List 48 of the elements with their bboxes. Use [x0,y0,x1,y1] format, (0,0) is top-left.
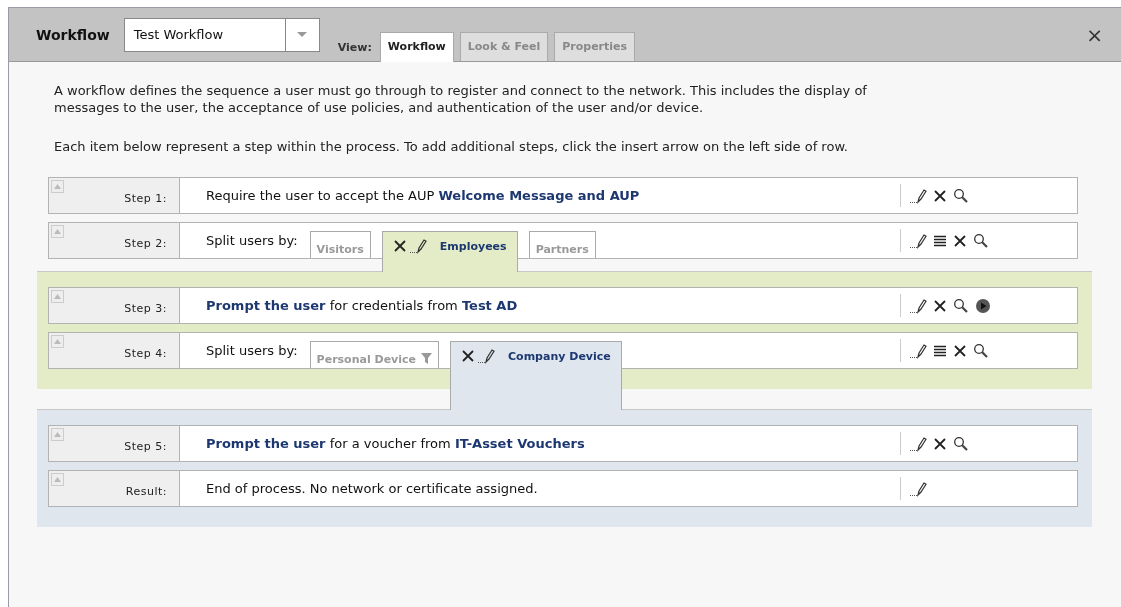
close-icon[interactable] [392,239,407,253]
workflow-dropdown[interactable]: Test Workflow [123,17,320,52]
step-label: Step 2: [124,237,167,250]
step-label: Step 3: [124,302,167,315]
branch-tab[interactable]: Employees [381,231,518,272]
close-icon[interactable] [953,343,967,358]
step-description: Prompt the user for credentials from Test AD [206,298,518,313]
list-icon[interactable] [933,233,947,248]
caret-icon [297,31,308,38]
search-icon[interactable] [953,297,969,314]
step-description: End of process. No network or certificate assigned. [206,481,538,496]
up-arrow-icon [54,477,61,482]
search-icon[interactable] [973,232,989,249]
up-arrow-icon [54,184,61,189]
close-icon[interactable] [933,188,947,203]
branch-label: Partners [535,242,589,256]
view-label: View: [337,41,372,54]
close-icon[interactable] [461,349,476,363]
list-icon[interactable] [933,343,947,358]
search-icon[interactable] [953,187,969,204]
close-icon[interactable] [933,298,947,313]
description-text: A workflow defines the sequence a user must go through to register and connect to the network. This includes the display of messages to the user, the acceptance of use policies, and authentication of the user and/or device. [54,82,868,116]
step-label: Result: [125,485,167,498]
branch-label: Employees [439,240,507,253]
branch-label: Visitors [316,242,364,256]
play-icon[interactable] [975,297,991,314]
branch-label: Company Device [508,350,611,363]
step-label: Step 1: [124,192,167,205]
split-label: Split users by: [206,343,298,358]
description-text: Each item below represent a step within the process. To add additional steps, click the insert arrow on the left side of row. [54,138,849,155]
branch-tab[interactable]: Company Device [450,341,622,410]
window-title: Workflow [36,26,110,43]
view-tab[interactable]: Workflow [379,32,454,62]
branch-label: Personal Device [316,352,417,366]
up-arrow-icon [54,339,61,344]
step-description: Require the user to accept the AUP Welcome Message and AUP [206,188,640,203]
up-arrow-icon [54,432,61,437]
split-label: Split users by: [206,233,298,248]
step-label: Step 5: [124,440,167,453]
close-icon[interactable] [953,233,967,248]
search-icon[interactable] [953,435,969,452]
step-description: Prompt the user for a voucher from IT-Asset Vouchers [206,436,585,451]
up-arrow-icon [54,294,61,299]
close-icon[interactable] [933,436,947,451]
search-icon[interactable] [973,342,989,359]
up-arrow-icon [54,229,61,234]
close-button[interactable]: × [1086,22,1103,47]
step-label: Step 4: [124,347,167,360]
